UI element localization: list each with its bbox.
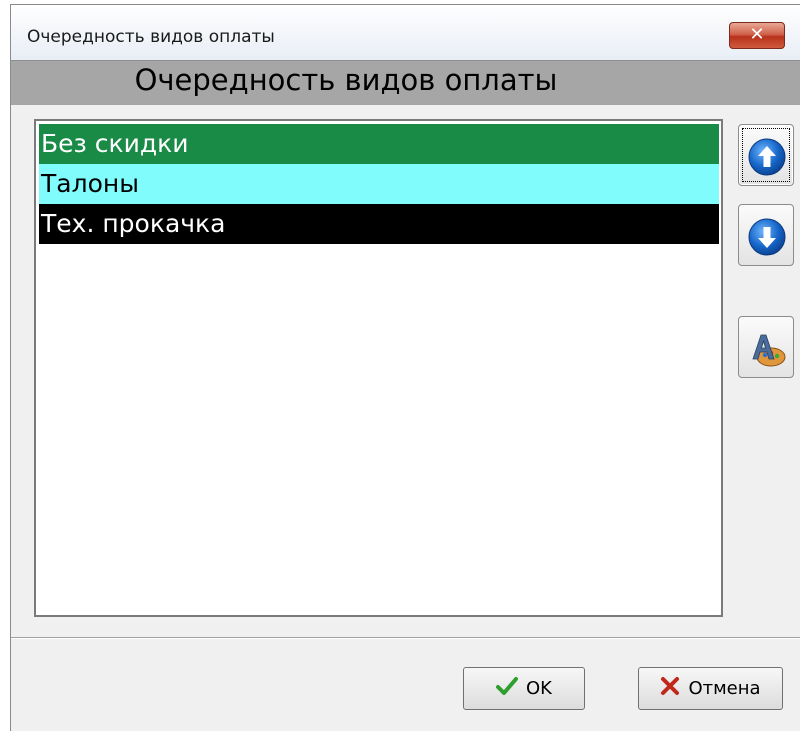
ok-button[interactable]: OK [463,667,585,710]
window-title: Очередность видов оплаты [27,27,275,47]
footer-separator [11,637,800,639]
ok-label: OK [526,678,552,699]
cross-icon [660,676,680,701]
move-up-button[interactable] [738,124,794,186]
header-band: Очередность видов оплаты [11,60,800,105]
cancel-label: Отмена [688,678,761,699]
list-item-no-discount[interactable]: Без скидки [39,124,719,164]
title-bar[interactable]: Очередность видов оплаты ✕ [11,5,800,60]
header-title: Очередность видов оплаты [134,63,558,97]
payment-order-list[interactable]: Без скидки Талоны Тех. прокачка [34,119,723,617]
close-icon: ✕ [749,24,765,45]
arrow-down-circle-icon [748,218,786,256]
arrow-up-circle-icon [748,138,786,176]
checkmark-icon [496,676,518,701]
font-palette-icon [752,334,786,367]
list-item-tech-pumping[interactable]: Тех. прокачка [39,204,719,244]
cancel-button[interactable]: Отмена [638,667,783,710]
format-button[interactable] [738,316,794,378]
dialog-window: Очередность видов оплаты ✕ Очередность в… [10,4,800,731]
close-button[interactable]: ✕ [729,22,785,49]
list-item-coupons[interactable]: Талоны [39,164,719,204]
move-down-button[interactable] [738,204,794,266]
